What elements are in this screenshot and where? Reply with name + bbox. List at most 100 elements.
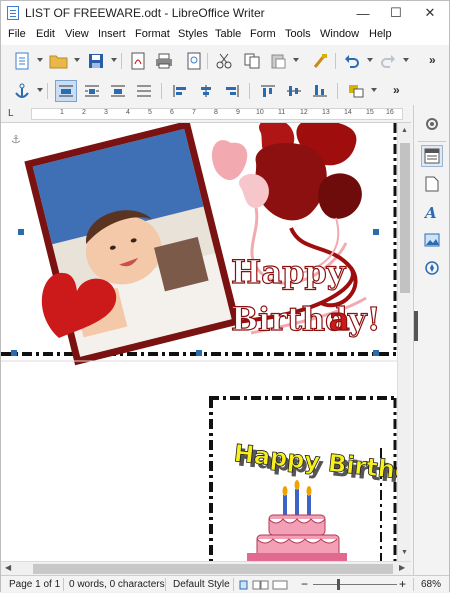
menu-insert[interactable]: Insert	[98, 28, 126, 40]
paste-icon	[271, 54, 286, 69]
zoom-out-icon[interactable]: −	[301, 577, 308, 591]
menu-table[interactable]: Table	[215, 28, 241, 40]
page-count[interactable]: Page 1 of 1	[9, 579, 60, 590]
more-tools-chevron[interactable]: »	[429, 53, 436, 67]
menu-form[interactable]: Form	[250, 28, 276, 40]
scroll-down-icon[interactable]: ▼	[401, 549, 408, 556]
menu-edit[interactable]: Edit	[36, 28, 55, 40]
undo-dropdown-arrow[interactable]	[367, 58, 373, 62]
menu-window[interactable]: Window	[320, 28, 359, 40]
writer-app-icon	[7, 6, 19, 20]
page-icon	[425, 176, 439, 192]
zoom-in-icon[interactable]: +	[399, 577, 406, 591]
sidebar-page-button[interactable]	[421, 173, 443, 195]
menu-view[interactable]: View	[65, 28, 89, 40]
page-wrap-button[interactable]	[81, 80, 103, 102]
redo-dropdown-arrow[interactable]	[403, 58, 409, 62]
open-dropdown-arrow[interactable]	[74, 58, 80, 62]
align-bottom-button[interactable]	[309, 80, 331, 102]
arrange-button[interactable]	[345, 80, 367, 102]
align-center-button[interactable]	[195, 80, 217, 102]
document-canvas[interactable]: ⚓ Happy Birthd a y! Happy Birthday Happy…	[1, 123, 411, 561]
minimize-button[interactable]: —	[346, 1, 380, 25]
undo-button[interactable]	[341, 50, 363, 72]
scroll-right-icon[interactable]: ▶	[399, 563, 405, 572]
wordart-text: Happy Birthday	[233, 439, 411, 489]
align-left-button[interactable]	[169, 80, 191, 102]
sidebar-settings-button[interactable]	[421, 113, 443, 135]
scroll-left-icon[interactable]: ◀	[5, 563, 11, 572]
align-center-icon	[201, 85, 211, 97]
save-dropdown-arrow[interactable]	[111, 58, 117, 62]
redo-button[interactable]	[377, 50, 399, 72]
optimal-wrap-button[interactable]	[107, 80, 129, 102]
wrap-off-button[interactable]	[55, 80, 77, 102]
sidebar-navigator-button[interactable]	[421, 257, 443, 279]
align-top-button[interactable]	[257, 80, 279, 102]
vertical-scrollbar[interactable]: ▲ ▼	[397, 123, 411, 561]
vertical-scroll-thumb[interactable]	[400, 143, 410, 293]
menu-format[interactable]: Format	[135, 28, 170, 40]
horizontal-ruler[interactable]: L 1 2 3 4 5 6 7 8 9 10 11 12 13 14 15 16	[1, 105, 411, 123]
view-layout-buttons[interactable]	[239, 580, 289, 593]
zoom-slider-track[interactable]	[313, 584, 397, 585]
align-top-icon	[261, 85, 275, 97]
horizontal-scrollbar[interactable]: ◀ ▶	[1, 561, 411, 575]
cut-button[interactable]	[213, 50, 235, 72]
birthday-wordart-part2: a	[329, 300, 350, 338]
more-frame-tools-chevron[interactable]: »	[393, 83, 400, 97]
menu-styles[interactable]: Styles	[178, 28, 208, 40]
menu-file[interactable]: File	[8, 28, 26, 40]
anchor-dropdown-arrow[interactable]	[37, 88, 43, 92]
gallery-icon	[424, 233, 440, 247]
ruler-number: 7	[192, 109, 196, 116]
print-button[interactable]	[153, 50, 175, 72]
close-icon: ✕	[424, 5, 436, 20]
menu-tools[interactable]: Tools	[285, 28, 311, 40]
ruler-scale: 1 2 3 4 5 6 7 8 9 10 11 12 13 14 15 16	[31, 108, 403, 120]
happy-wordart: Happy	[231, 253, 347, 291]
zoom-level[interactable]: 68%	[421, 579, 441, 590]
paste-dropdown-arrow[interactable]	[293, 58, 299, 62]
libreoffice-window: LIST OF FREEWARE.odt - LibreOffice Write…	[0, 0, 450, 592]
print-preview-button[interactable]	[183, 50, 205, 72]
copy-button[interactable]	[241, 50, 263, 72]
sidebar-gallery-button[interactable]	[421, 229, 443, 251]
tab-stop-icon[interactable]: L	[8, 108, 14, 119]
copy-icon	[244, 53, 260, 69]
new-document-button[interactable]	[11, 50, 33, 72]
sidebar-collapse-handle[interactable]	[414, 311, 418, 341]
horizontal-scroll-thumb[interactable]	[33, 564, 393, 574]
printer-icon	[156, 53, 172, 69]
frame-toolbar: »	[1, 77, 449, 105]
page-style[interactable]: Default Style	[173, 579, 230, 590]
paste-button[interactable]	[267, 50, 289, 72]
title-bar: LIST OF FREEWARE.odt - LibreOffice Write…	[1, 1, 449, 25]
zoom-slider-knob[interactable]	[337, 579, 340, 590]
birthday-wordart-part3: y!	[347, 300, 381, 338]
wrap-through-icon	[137, 85, 151, 97]
scroll-up-icon[interactable]: ▲	[401, 127, 408, 134]
word-count[interactable]: 0 words, 0 characters	[69, 579, 165, 590]
ruler-number: 2	[82, 109, 86, 116]
ruler-number: 5	[148, 109, 152, 116]
clone-formatting-button[interactable]	[309, 50, 331, 72]
wrap-through-button[interactable]	[133, 80, 155, 102]
align-right-button[interactable]	[221, 80, 243, 102]
maximize-button[interactable]: ☐	[379, 1, 413, 25]
export-pdf-button[interactable]	[127, 50, 149, 72]
anchor-button[interactable]	[11, 80, 33, 102]
arrange-dropdown-arrow[interactable]	[371, 88, 377, 92]
sidebar-styles-button[interactable]: A	[421, 201, 443, 223]
ruler-number: 9	[236, 109, 240, 116]
sidebar-properties-button[interactable]	[421, 145, 443, 167]
save-icon	[89, 54, 103, 68]
open-button[interactable]	[48, 50, 70, 72]
align-middle-button[interactable]	[283, 80, 305, 102]
new-dropdown-arrow[interactable]	[37, 58, 43, 62]
svg-text:A: A	[424, 204, 437, 220]
close-button[interactable]: ✕	[413, 1, 447, 25]
anchor-icon	[15, 83, 29, 98]
menu-help[interactable]: Help	[369, 28, 392, 40]
save-button[interactable]	[85, 50, 107, 72]
